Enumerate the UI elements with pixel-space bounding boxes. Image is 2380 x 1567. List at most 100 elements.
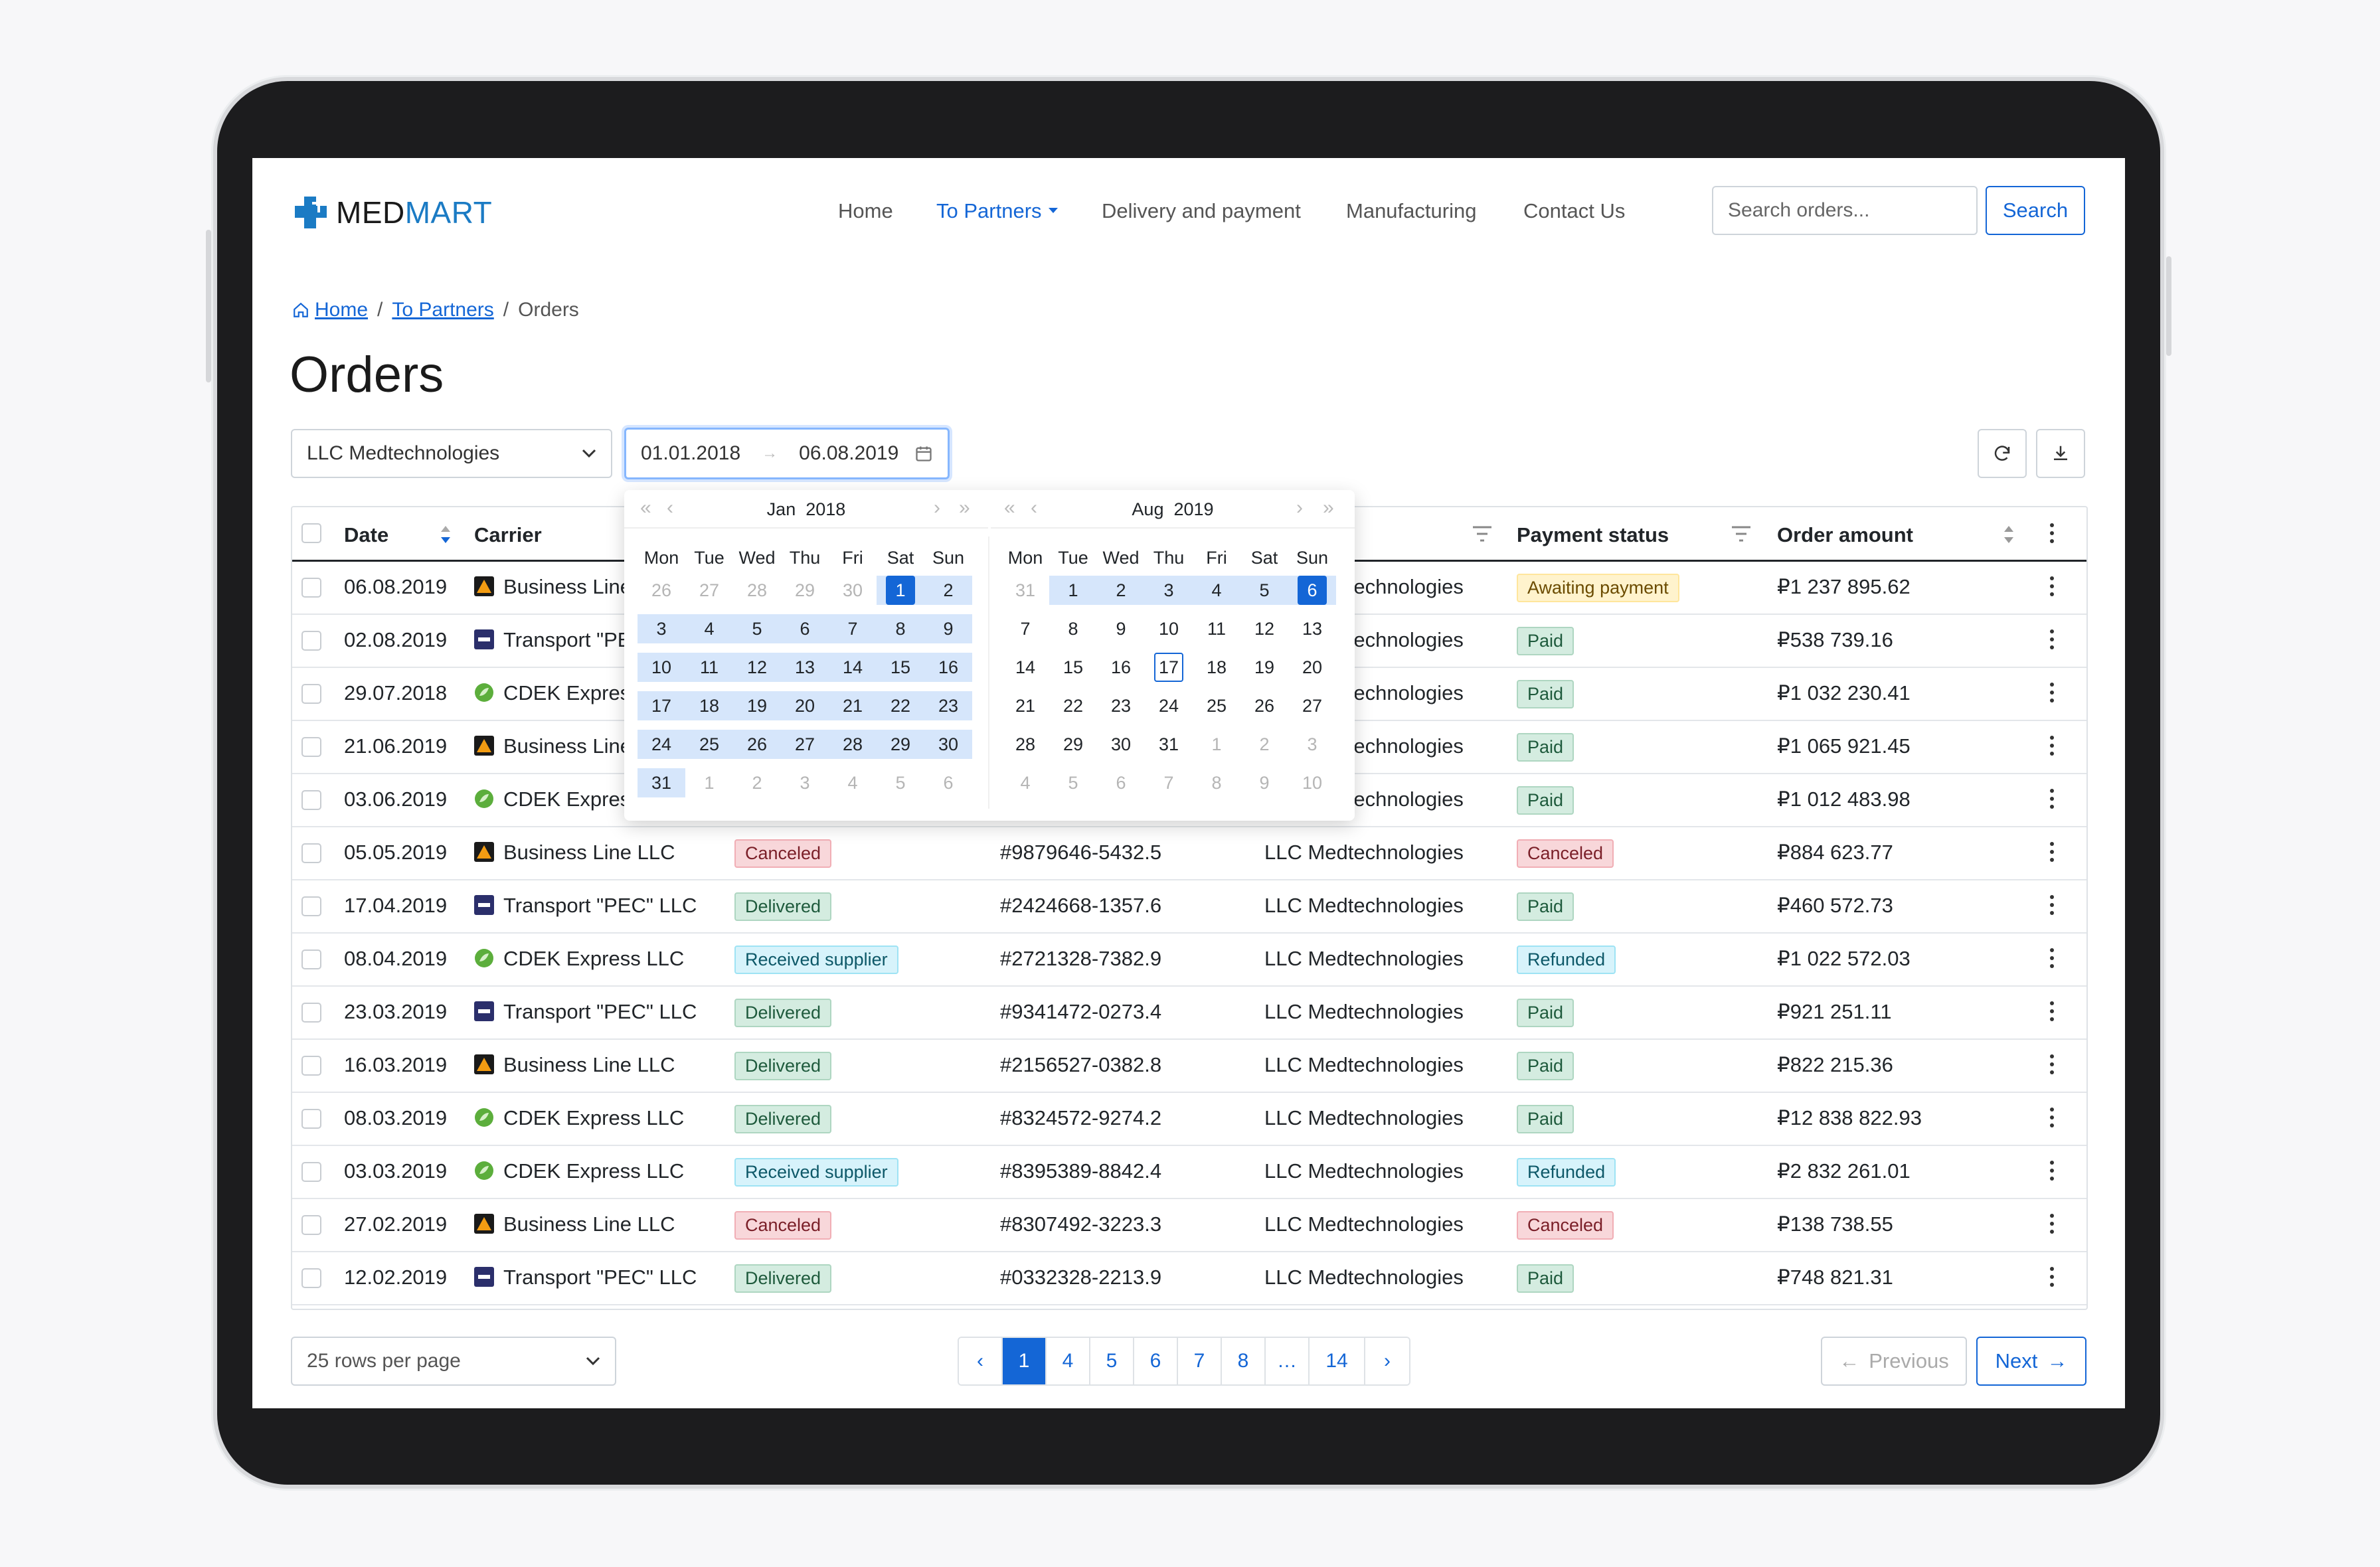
calendar-day[interactable]: 7 <box>1001 614 1049 643</box>
calendar-day[interactable]: 18 <box>1193 653 1240 682</box>
calendar-day[interactable]: 7 <box>829 614 877 643</box>
col-date[interactable]: Date <box>344 523 388 547</box>
nav-delivery[interactable]: Delivery and payment <box>1102 199 1301 223</box>
nav-to-partners[interactable]: To Partners <box>936 199 1058 223</box>
next-month-icon[interactable]: › <box>934 497 940 519</box>
calendar-day[interactable]: 23 <box>1097 691 1145 720</box>
calendar-day[interactable]: 4 <box>1001 768 1049 797</box>
calendar-day[interactable]: 21 <box>1001 691 1049 720</box>
page-button[interactable]: 1 <box>1003 1338 1047 1384</box>
calendar-day[interactable]: 30 <box>924 730 972 759</box>
nav-manufacturing[interactable]: Manufacturing <box>1346 199 1476 223</box>
calendar-day[interactable]: 5 <box>1049 768 1097 797</box>
calendar-day[interactable]: 10 <box>638 653 685 682</box>
calendar-day[interactable]: 11 <box>1193 614 1240 643</box>
calendar-day[interactable]: 15 <box>1049 653 1097 682</box>
calendar-day[interactable]: 30 <box>829 576 877 605</box>
page-button[interactable]: 6 <box>1134 1338 1178 1384</box>
calendar-day[interactable]: 6 <box>924 768 972 797</box>
page-ellipsis[interactable]: … <box>1266 1338 1310 1384</box>
calendar-day[interactable]: 2 <box>733 768 781 797</box>
calendar-day[interactable]: 19 <box>1240 653 1288 682</box>
filter-icon[interactable] <box>1472 525 1493 543</box>
page-button[interactable]: 7 <box>1178 1338 1222 1384</box>
breadcrumb-partners[interactable]: To Partners <box>392 299 493 321</box>
calendar-day[interactable]: 26 <box>733 730 781 759</box>
row-order-number[interactable]: #8307492-3223.3 <box>1000 1212 1161 1236</box>
calendar-day[interactable]: 1 <box>1049 576 1097 605</box>
calendar-day[interactable]: 9 <box>1097 614 1145 643</box>
page-button[interactable]: 8 <box>1222 1338 1266 1384</box>
calendar-day[interactable]: 16 <box>1097 653 1145 682</box>
row-checkbox[interactable] <box>301 1215 321 1235</box>
calendar-day[interactable]: 19 <box>733 691 781 720</box>
col-carrier[interactable]: Carrier <box>474 523 542 547</box>
table-row[interactable]: 08.04.2019 CDEK Express LLC Received suppl… <box>292 934 2086 987</box>
calendar-day[interactable]: 9 <box>1240 768 1288 797</box>
calendar-day[interactable]: 5 <box>733 614 781 643</box>
calendar-day[interactable]: 4 <box>1193 576 1240 605</box>
calendar-day[interactable]: 4 <box>829 768 877 797</box>
calendar-day[interactable]: 26 <box>638 576 685 605</box>
row-checkbox[interactable] <box>301 1003 321 1023</box>
row-order-number[interactable]: #8395389-8842.4 <box>1000 1159 1161 1183</box>
row-menu-icon[interactable] <box>2049 1267 2055 1291</box>
row-checkbox[interactable] <box>301 1162 321 1182</box>
next-year-icon[interactable]: » <box>959 497 970 519</box>
row-menu-icon[interactable] <box>2049 1054 2055 1078</box>
calendar-day[interactable]: 8 <box>1193 768 1240 797</box>
calendar-day[interactable]: 23 <box>924 691 972 720</box>
calendar-day[interactable]: 22 <box>877 691 924 720</box>
row-order-number[interactable]: #2156527-0382.8 <box>1000 1053 1161 1077</box>
calendar-day[interactable]: 13 <box>1288 614 1336 643</box>
next-month-icon[interactable]: › <box>1296 497 1303 519</box>
row-order-number[interactable]: #0332328-2213.9 <box>1000 1266 1161 1289</box>
row-checkbox[interactable] <box>301 790 321 810</box>
row-menu-icon[interactable] <box>2049 1001 2055 1025</box>
calendar-day[interactable]: 2 <box>1097 576 1145 605</box>
calendar-day[interactable]: 12 <box>1240 614 1288 643</box>
calendar-day[interactable]: 20 <box>1288 653 1336 682</box>
calendar-day[interactable]: 2 <box>1240 730 1288 759</box>
previous-button[interactable]: ← Previous <box>1821 1337 1967 1386</box>
sort-icon[interactable] <box>440 525 452 544</box>
sort-icon[interactable] <box>2003 525 2015 544</box>
table-row[interactable]: 23.03.2019 Transport "PEC" LLC Delivered #9… <box>292 987 2086 1040</box>
date-range-picker[interactable]: 01.01.2018 → 06.08.2019 <box>624 428 950 479</box>
row-checkbox[interactable] <box>301 1109 321 1129</box>
table-row[interactable]: 16.03.2019 Business Line LLC Delivered #215… <box>292 1040 2086 1093</box>
calendar-day[interactable]: 22 <box>1049 691 1097 720</box>
calendar-day[interactable]: 2 <box>924 576 972 605</box>
calendar-day[interactable]: 29 <box>1049 730 1097 759</box>
calendar-day[interactable]: 16 <box>924 653 972 682</box>
calendar-day[interactable]: 6 <box>1288 576 1336 605</box>
calendar-day[interactable]: 10 <box>1145 614 1193 643</box>
row-menu-icon[interactable] <box>2049 895 2055 919</box>
calendar-day[interactable]: 6 <box>781 614 829 643</box>
calendar-day[interactable]: 24 <box>1145 691 1193 720</box>
nav-home[interactable]: Home <box>838 199 893 223</box>
calendar-day[interactable]: 5 <box>1240 576 1288 605</box>
table-row[interactable]: 05.05.2019 Business Line LLC Canceled #9879… <box>292 827 2086 880</box>
calendar-day[interactable]: 28 <box>829 730 877 759</box>
row-menu-icon[interactable] <box>2049 736 2055 760</box>
calendar-day[interactable]: 11 <box>685 653 733 682</box>
calendar-day[interactable]: 3 <box>781 768 829 797</box>
calendar-day[interactable]: 1 <box>1193 730 1240 759</box>
calendar-day[interactable]: 1 <box>877 576 924 605</box>
page-next-icon[interactable]: › <box>1365 1338 1409 1384</box>
page-button[interactable]: 5 <box>1090 1338 1134 1384</box>
page-prev-icon[interactable]: ‹ <box>959 1338 1003 1384</box>
calendar-day[interactable]: 20 <box>781 691 829 720</box>
row-menu-icon[interactable] <box>2049 1214 2055 1238</box>
row-order-number[interactable]: #9879646-5432.5 <box>1000 841 1161 865</box>
calendar-day[interactable]: 3 <box>638 614 685 643</box>
calendar-day[interactable]: 18 <box>685 691 733 720</box>
calendar-day[interactable]: 8 <box>1049 614 1097 643</box>
company-select[interactable]: LLC Medtechnologies <box>291 429 612 478</box>
date-to[interactable]: 06.08.2019 <box>799 442 898 465</box>
row-checkbox[interactable] <box>301 578 321 598</box>
calendar-day[interactable]: 14 <box>829 653 877 682</box>
rows-per-page-select[interactable]: 25 rows per page <box>291 1337 616 1386</box>
download-button[interactable] <box>2036 429 2085 478</box>
